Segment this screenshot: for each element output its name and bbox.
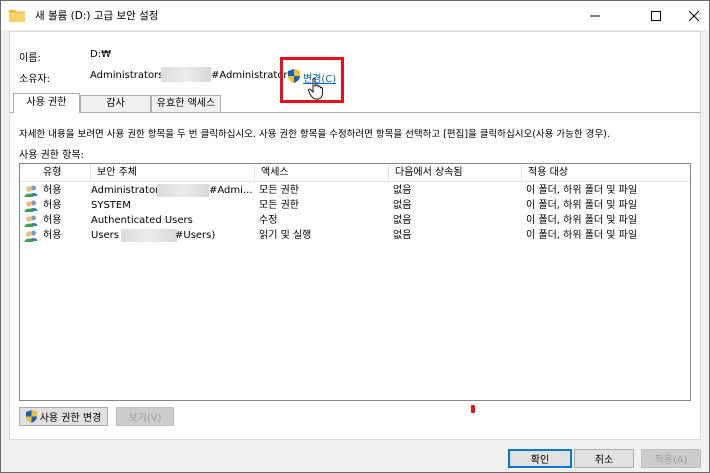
owner-label: 소유자:	[19, 74, 50, 85]
row-inherited-from: 없음	[393, 215, 412, 226]
table-row[interactable]: 허용 Administrators #Admi... 모든 권한 없음 이 폴더…	[20, 183, 690, 198]
window-title: 새 볼륨 (D:) 고급 보안 설정	[35, 10, 159, 22]
column-header-type[interactable]: 유형	[37, 164, 91, 182]
table-row[interactable]: 허용 Users ( #Users) 읽기 및 실행 없음 이 폴더, 하위 폴…	[20, 228, 690, 243]
close-icon	[689, 10, 699, 21]
column-header-principal[interactable]: 보안 주체	[91, 164, 255, 182]
row-type: 허용	[43, 185, 62, 196]
view-button[interactable]: 보기(V)	[116, 407, 174, 426]
permission-entries-label: 사용 권한 항목:	[19, 150, 84, 161]
title-bar: 새 볼륨 (D:) 고급 보안 설정	[1, 1, 709, 30]
row-type: 허용	[43, 200, 62, 211]
row-applies-to: 이 폴더, 하위 폴더 및 파일	[526, 230, 638, 241]
minimize-button[interactable]	[572, 1, 618, 30]
red-marker	[471, 405, 475, 413]
row-access: 읽기 및 실행	[259, 230, 312, 241]
tab-auditing[interactable]: 감사	[80, 95, 151, 112]
row-access: 수정	[259, 215, 278, 226]
row-principal-end: #Users)	[175, 230, 216, 241]
advanced-security-settings-window: 새 볼륨 (D:) 고급 보안 설정 이름: D:₩ 소유자: Administ…	[0, 0, 710, 473]
table-row[interactable]: 허용 SYSTEM 모든 권한 없음 이 폴더, 하위 폴더 및 파일	[20, 198, 690, 213]
row-principal-end: #Admi...	[209, 185, 253, 196]
users-icon	[24, 215, 38, 227]
row-type: 허용	[43, 230, 62, 241]
users-icon	[24, 185, 38, 197]
change-permissions-button[interactable]: 사용 권한 변경	[19, 407, 108, 426]
row-access: 모든 권한	[259, 200, 299, 211]
row-access: 모든 권한	[259, 185, 299, 196]
redacted-computer-name	[121, 229, 177, 242]
row-inherited-from: 없음	[393, 185, 412, 196]
row-applies-to: 이 폴더, 하위 폴더 및 파일	[526, 185, 638, 196]
owner-value-start: Administrators (	[90, 70, 171, 81]
apply-button[interactable]: 적용(A)	[641, 449, 701, 468]
row-principal: Administrators	[91, 185, 165, 196]
tab-permissions[interactable]: 사용 권한	[13, 93, 80, 113]
row-applies-to: 이 폴더, 하위 폴더 및 파일	[526, 200, 638, 211]
users-icon	[24, 200, 38, 212]
permission-entries-list[interactable]: 유형 보안 주체 액세스 다음에서 상속됨 적용 대상 허용 Administr…	[19, 163, 691, 401]
users-icon	[24, 230, 38, 242]
row-type: 허용	[43, 215, 62, 226]
name-value: D:₩	[90, 49, 111, 60]
table-row[interactable]: 허용 Authenticated Users 수정 없음 이 폴더, 하위 폴더…	[20, 213, 690, 228]
row-applies-to: 이 폴더, 하위 폴더 및 파일	[526, 215, 638, 226]
column-header-applies-to[interactable]: 적용 대상	[522, 164, 652, 182]
redacted-computer-name	[161, 67, 211, 82]
row-inherited-from: 없음	[393, 230, 412, 241]
redacted-computer-name	[157, 184, 209, 197]
hand-cursor-icon	[308, 78, 323, 100]
cancel-button[interactable]: 취소	[574, 449, 634, 468]
column-header-access[interactable]: 액세스	[255, 164, 389, 182]
instructions-text: 자세한 내용을 보려면 사용 권한 항목을 두 번 클릭하십시오. 사용 권한 …	[19, 129, 610, 140]
name-label: 이름:	[19, 53, 41, 64]
column-header-inherited-from[interactable]: 다음에서 상속됨	[389, 164, 522, 182]
row-inherited-from: 없음	[393, 200, 412, 211]
minimize-icon	[590, 15, 600, 16]
row-principal: Authenticated Users	[91, 215, 193, 226]
close-button[interactable]	[671, 1, 710, 30]
folder-icon	[9, 10, 25, 22]
change-permissions-label: 사용 권한 변경	[39, 413, 102, 424]
tab-effective-access[interactable]: 유효한 액세스	[151, 95, 221, 112]
ok-button[interactable]: 확인	[508, 449, 572, 468]
row-principal: SYSTEM	[91, 200, 131, 211]
maximize-icon	[651, 10, 661, 21]
uac-shield-icon	[25, 410, 37, 423]
list-header: 유형 보안 주체 액세스 다음에서 상속됨 적용 대상	[20, 164, 690, 182]
